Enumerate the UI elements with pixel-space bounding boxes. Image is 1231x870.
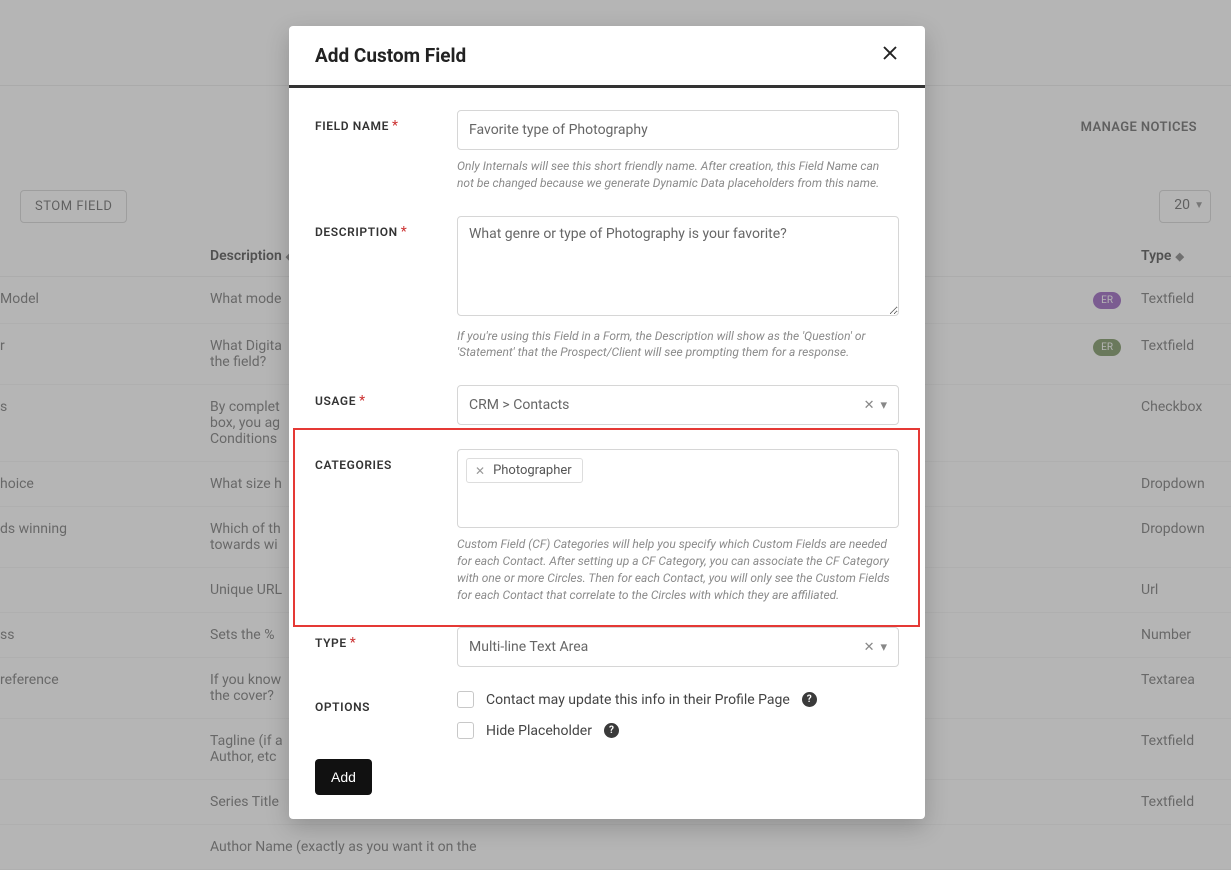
row-type: TYPE* Multi-line Text Area ✕ ▾ [289, 627, 925, 691]
label-usage: USAGE [315, 394, 356, 408]
required-mark: * [359, 393, 365, 409]
option-hide-placeholder: Hide Placeholder ? [457, 722, 899, 739]
chevron-down-icon[interactable]: ▾ [880, 398, 887, 413]
description-help: If you're using this Field in a Form, th… [457, 328, 899, 362]
field-name-input[interactable] [457, 110, 899, 150]
type-select[interactable]: Multi-line Text Area ✕ ▾ [457, 627, 899, 667]
required-mark: * [401, 224, 407, 240]
type-value: Multi-line Text Area [469, 639, 588, 655]
clear-icon[interactable]: ✕ [864, 640, 875, 655]
info-icon[interactable]: ? [802, 692, 817, 707]
checkbox-hide[interactable] [457, 722, 474, 739]
label-type: TYPE [315, 636, 347, 650]
option-profile-update: Contact may update this info in their Pr… [457, 691, 899, 708]
label-field-name: FIELD NAME [315, 119, 389, 133]
categories-tagbox[interactable]: ✕ Photographer [457, 449, 899, 528]
modal-header: Add Custom Field [289, 26, 925, 88]
info-icon[interactable]: ? [604, 723, 619, 738]
required-mark: * [350, 635, 356, 651]
tag-remove-icon[interactable]: ✕ [475, 464, 485, 478]
row-description: DESCRIPTION* If you're using this Field … [289, 216, 925, 386]
usage-value: CRM > Contacts [469, 397, 569, 413]
close-icon[interactable] [881, 44, 899, 67]
add-custom-field-modal: Add Custom Field FIELD NAME* Only Intern… [289, 26, 925, 819]
label-categories: CATEGORIES [315, 458, 392, 472]
field-name-help: Only Internals will see this short frien… [457, 158, 899, 192]
row-options: OPTIONS Contact may update this info in … [289, 691, 925, 739]
modal-title: Add Custom Field [315, 44, 466, 67]
category-tag: ✕ Photographer [466, 458, 583, 483]
label-options: OPTIONS [315, 700, 370, 714]
modal-body: FIELD NAME* Only Internals will see this… [289, 88, 925, 759]
row-field-name: FIELD NAME* Only Internals will see this… [289, 110, 925, 216]
checkbox-profile[interactable] [457, 691, 474, 708]
clear-icon[interactable]: ✕ [864, 398, 875, 413]
categories-help: Custom Field (CF) Categories will help y… [457, 536, 899, 603]
description-textarea[interactable] [457, 216, 899, 316]
row-categories: CATEGORIES ✕ Photographer Custom Field (… [289, 449, 925, 627]
row-usage: USAGE* CRM > Contacts ✕ ▾ [289, 385, 925, 449]
label-description: DESCRIPTION [315, 225, 398, 239]
chevron-down-icon[interactable]: ▾ [880, 640, 887, 655]
option-hide-label: Hide Placeholder [486, 723, 592, 739]
add-button[interactable]: Add [315, 759, 372, 795]
tag-label: Photographer [493, 463, 572, 478]
required-mark: * [392, 118, 398, 134]
usage-select[interactable]: CRM > Contacts ✕ ▾ [457, 385, 899, 425]
option-profile-label: Contact may update this info in their Pr… [486, 692, 790, 708]
modal-footer: Add [289, 759, 925, 819]
